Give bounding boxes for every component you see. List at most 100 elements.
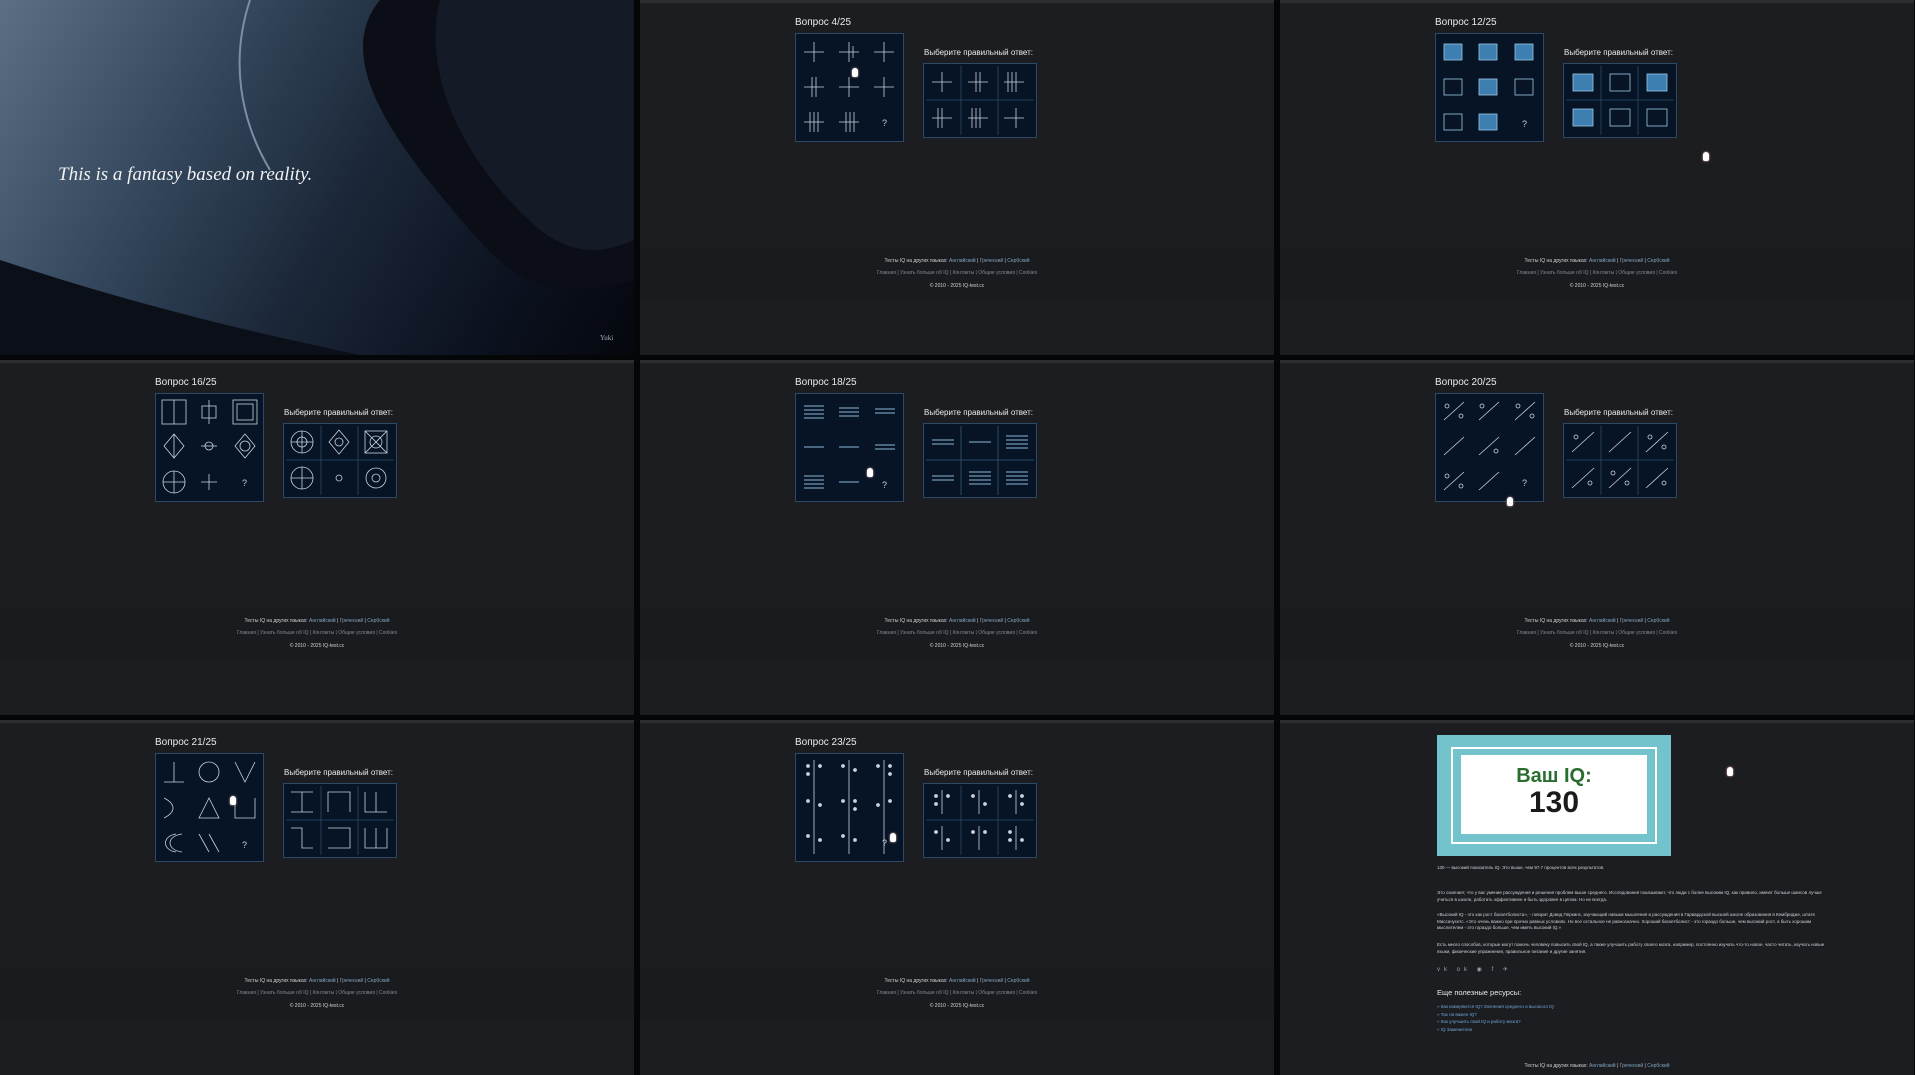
mouse-cursor bbox=[230, 796, 236, 805]
lang-el-link[interactable]: Греческий bbox=[980, 978, 1003, 984]
copyright: © 2010 - 2025 IQ-test.cc bbox=[1569, 643, 1625, 649]
cookies-link[interactable]: Cookies bbox=[379, 630, 397, 636]
cookies-link[interactable]: Cookies bbox=[1659, 270, 1677, 276]
lang-sr-link[interactable]: Сербский bbox=[367, 618, 389, 624]
home-link[interactable]: Главная bbox=[877, 270, 896, 276]
about-iq-link[interactable]: Узнать больше об IQ bbox=[900, 270, 948, 276]
lang-en-link[interactable]: Английский bbox=[1589, 1063, 1616, 1069]
resources-heading: Еще полезные ресурсы: bbox=[1437, 988, 1522, 997]
question-tile-23: Вопрос 23/25 ? Выберите правильный ответ… bbox=[640, 720, 1274, 1075]
terms-link[interactable]: Общие условия bbox=[1618, 270, 1655, 276]
terms-link[interactable]: Общие условия bbox=[978, 990, 1015, 996]
svg-text:?: ? bbox=[882, 480, 887, 490]
cookies-link[interactable]: Cookies bbox=[1019, 990, 1037, 996]
answer-options[interactable] bbox=[283, 423, 397, 498]
answer-options[interactable] bbox=[1563, 63, 1677, 138]
copyright: © 2010 - 2025 IQ-test.cc bbox=[1569, 283, 1625, 289]
lang-en-link[interactable]: Английский bbox=[949, 618, 976, 624]
terms-link[interactable]: Общие условия bbox=[978, 270, 1015, 276]
resource-link[interactable]: » Так ли важен IQ? bbox=[1437, 1011, 1554, 1019]
cookies-link[interactable]: Cookies bbox=[1659, 630, 1677, 636]
svg-text:?: ? bbox=[882, 118, 887, 128]
question-title: Вопрос 20/25 bbox=[1435, 377, 1497, 388]
site-footer: Тесты IQ на других языках: Английский | … bbox=[0, 608, 634, 660]
about-iq-link[interactable]: Узнать больше об IQ bbox=[900, 990, 948, 996]
lang-en-link[interactable]: Английский bbox=[1589, 258, 1616, 264]
resource-link[interactable]: » Как улучшить свой IQ и работу мозга? bbox=[1437, 1018, 1554, 1026]
contacts-link[interactable]: Контакты bbox=[953, 990, 975, 996]
lang-el-link[interactable]: Греческий bbox=[1620, 618, 1643, 624]
lang-en-link[interactable]: Английский bbox=[1589, 618, 1616, 624]
site-footer: Тесты IQ на других языках: Английский | … bbox=[640, 608, 1274, 660]
social-share-icons[interactable]: vk ok ◉ f ✈ bbox=[1437, 966, 1512, 973]
lang-el-link[interactable]: Греческий bbox=[980, 258, 1003, 264]
lang-sr-link[interactable]: Сербский bbox=[367, 978, 389, 984]
lang-sr-link[interactable]: Сербский bbox=[1647, 618, 1669, 624]
home-link[interactable]: Главная bbox=[1517, 630, 1536, 636]
mouse-cursor bbox=[852, 68, 858, 77]
home-link[interactable]: Главная bbox=[877, 990, 896, 996]
cookies-link[interactable]: Cookies bbox=[1019, 270, 1037, 276]
contacts-link[interactable]: Контакты bbox=[313, 630, 335, 636]
lang-el-link[interactable]: Греческий bbox=[340, 618, 363, 624]
lang-sr-link[interactable]: Сербский bbox=[1007, 258, 1029, 264]
answer-options[interactable] bbox=[283, 783, 397, 858]
question-tile-16: Вопрос 16/25 ? Выберите правильный ответ… bbox=[0, 360, 634, 715]
answer-options[interactable] bbox=[923, 783, 1037, 858]
result-quote: «Высокий IQ - это как рост баскетболиста… bbox=[1437, 912, 1815, 930]
question-tile-12: Вопрос 12/25 ? Выберите правильный ответ… bbox=[1280, 0, 1914, 355]
lang-el-link[interactable]: Греческий bbox=[1620, 258, 1643, 264]
choose-answer-label: Выберите правильный ответ: bbox=[284, 768, 394, 777]
lang-en-link[interactable]: Английский bbox=[949, 258, 976, 264]
iq-result-card: Ваш IQ: 130 bbox=[1437, 735, 1671, 856]
question-tile-20: Вопрос 20/25 ? Выберите правильный ответ… bbox=[1280, 360, 1914, 715]
iq-label: Ваш IQ: bbox=[1516, 765, 1592, 787]
copyright: © 2010 - 2025 IQ-test.cc bbox=[289, 1003, 345, 1009]
cookies-link[interactable]: Cookies bbox=[379, 990, 397, 996]
home-link[interactable]: Главная bbox=[877, 630, 896, 636]
lang-en-link[interactable]: Английский bbox=[949, 978, 976, 984]
terms-link[interactable]: Общие условия bbox=[338, 630, 375, 636]
about-iq-link[interactable]: Узнать больше об IQ bbox=[260, 630, 308, 636]
terms-link[interactable]: Общие условия bbox=[978, 630, 1015, 636]
lang-el-link[interactable]: Греческий bbox=[340, 978, 363, 984]
puzzle-matrix: ? bbox=[795, 393, 904, 502]
home-link[interactable]: Главная bbox=[237, 990, 256, 996]
answer-options[interactable] bbox=[923, 423, 1037, 498]
contacts-link[interactable]: Контакты bbox=[953, 630, 975, 636]
choose-answer-label: Выберите правильный ответ: bbox=[1564, 48, 1674, 57]
about-iq-link[interactable]: Узнать больше об IQ bbox=[900, 630, 948, 636]
resource-link[interactable]: » IQ Заменители bbox=[1437, 1026, 1554, 1034]
contacts-link[interactable]: Контакты bbox=[953, 270, 975, 276]
home-link[interactable]: Главная bbox=[237, 630, 256, 636]
about-iq-link[interactable]: Узнать больше об IQ bbox=[260, 990, 308, 996]
contacts-link[interactable]: Контакты bbox=[313, 990, 335, 996]
site-footer: Тесты IQ на других языках: Английский | … bbox=[1280, 248, 1914, 300]
result-paragraph: Это означает, что у вас умение рассужден… bbox=[1437, 890, 1822, 902]
lang-sr-link[interactable]: Сербский bbox=[1647, 258, 1669, 264]
lang-el-link[interactable]: Греческий bbox=[1620, 1063, 1643, 1069]
mouse-cursor bbox=[867, 468, 873, 477]
lang-sr-link[interactable]: Сербский bbox=[1007, 618, 1029, 624]
home-link[interactable]: Главная bbox=[1517, 270, 1536, 276]
about-iq-link[interactable]: Узнать больше об IQ bbox=[1540, 630, 1588, 636]
lang-en-link[interactable]: Английский bbox=[309, 978, 336, 984]
result-summary: 130 — высокий показатель IQ. Это выше, ч… bbox=[1437, 865, 1605, 870]
svg-text:?: ? bbox=[242, 478, 247, 488]
lang-el-link[interactable]: Греческий bbox=[980, 618, 1003, 624]
cookies-link[interactable]: Cookies bbox=[1019, 630, 1037, 636]
puzzle-matrix: ? bbox=[795, 33, 904, 142]
contacts-link[interactable]: Контакты bbox=[1593, 630, 1615, 636]
terms-link[interactable]: Общие условия bbox=[1618, 630, 1655, 636]
answer-options[interactable] bbox=[1563, 423, 1677, 498]
resource-link[interactable]: » Как измеряются IQ? Значения среднего и… bbox=[1437, 1003, 1554, 1011]
lang-en-link[interactable]: Английский bbox=[309, 618, 336, 624]
about-iq-link[interactable]: Узнать больше об IQ bbox=[1540, 270, 1588, 276]
contacts-link[interactable]: Контакты bbox=[1593, 270, 1615, 276]
terms-link[interactable]: Общие условия bbox=[338, 990, 375, 996]
lang-sr-link[interactable]: Сербский bbox=[1007, 978, 1029, 984]
lang-sr-link[interactable]: Сербский bbox=[1647, 1063, 1669, 1069]
answer-options[interactable] bbox=[923, 63, 1037, 138]
mouse-cursor bbox=[1727, 767, 1733, 776]
choose-answer-label: Выберите правильный ответ: bbox=[1564, 408, 1674, 417]
